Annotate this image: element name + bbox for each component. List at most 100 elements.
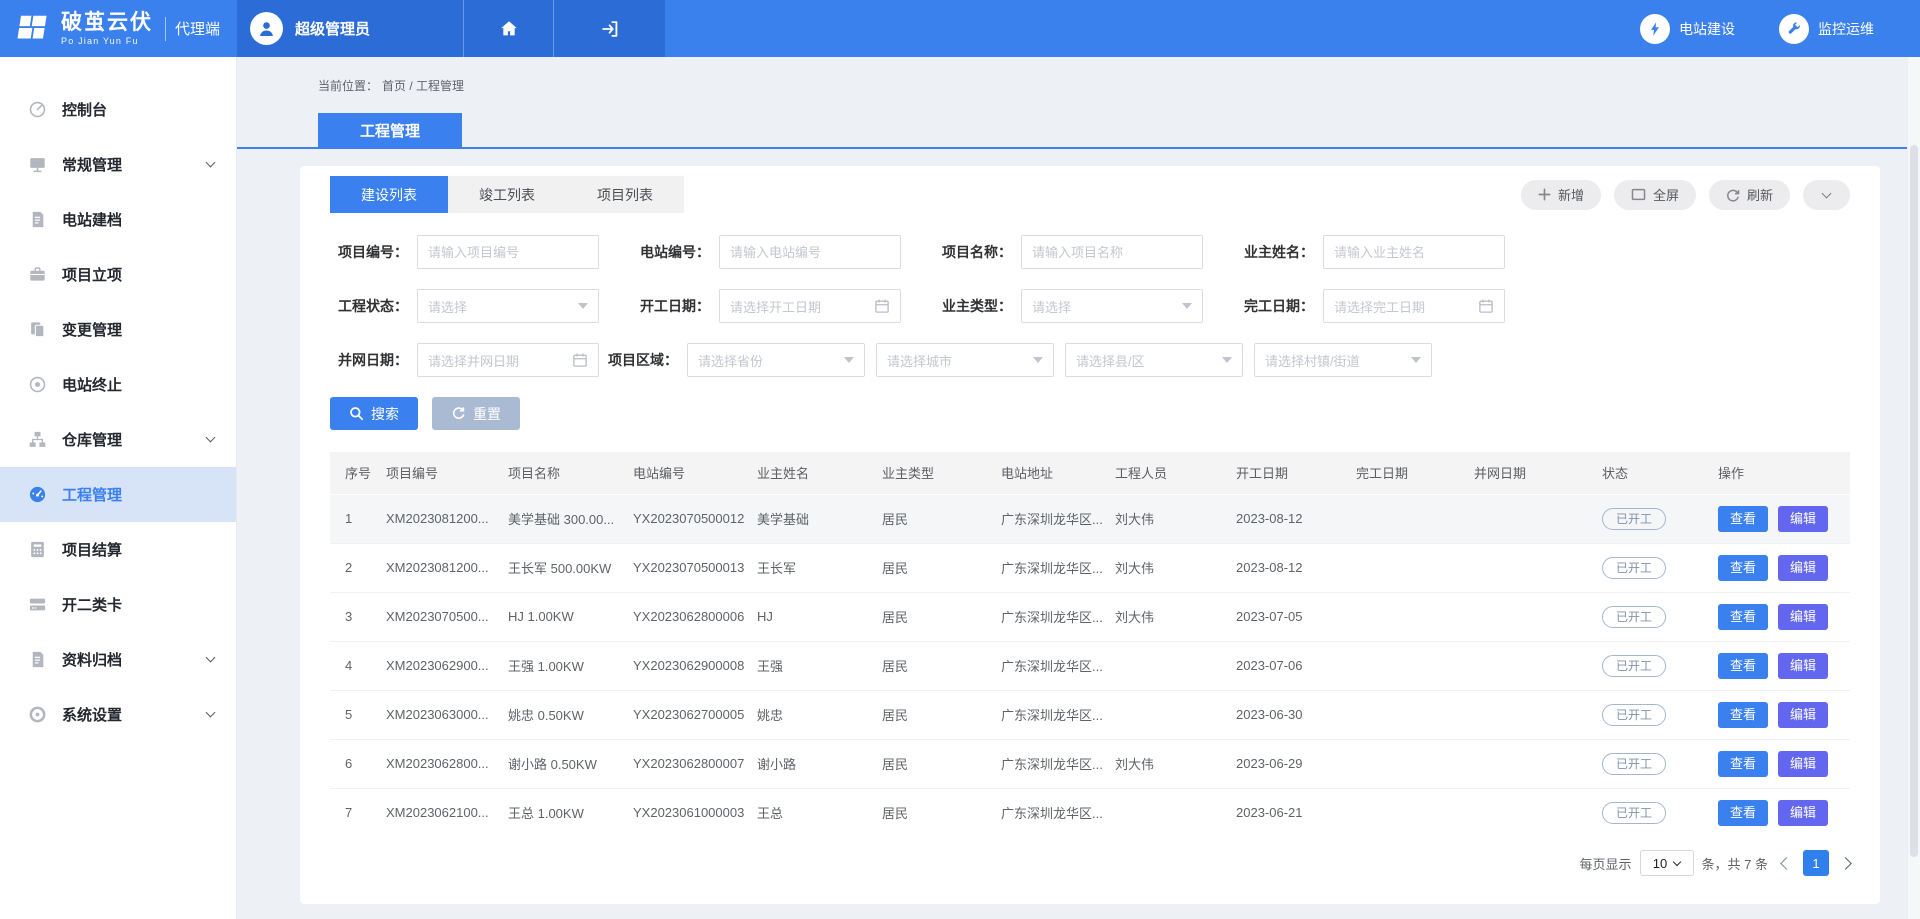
sidebar-item-console[interactable]: 控制台	[0, 82, 236, 137]
cell-address: 广东深圳龙华区...	[993, 739, 1107, 788]
home-button[interactable]	[463, 0, 553, 57]
sidebar-item-station-terminate[interactable]: 电站终止	[0, 357, 236, 412]
sidebar-item-warehouse-mgmt[interactable]: 仓库管理	[0, 412, 236, 467]
per-page-select[interactable]: 10	[1640, 850, 1694, 876]
next-page-button[interactable]	[1839, 857, 1852, 870]
owner-type-select[interactable]: 请选择	[1021, 289, 1203, 323]
sidebar-item-label: 仓库管理	[62, 429, 122, 450]
town-select[interactable]: 请选择村镇/街道	[1254, 343, 1432, 377]
tab-build-list[interactable]: 建设列表	[330, 176, 448, 213]
nav-monitor-ops[interactable]: 监控运维	[1779, 14, 1874, 44]
date-placeholder: 请选择并网日期	[428, 351, 519, 370]
fullscreen-icon	[1631, 188, 1646, 201]
status-badge: 已开工	[1602, 508, 1666, 530]
cell-project-name: 王长军 500.00KW	[500, 543, 625, 592]
sidebar: 控制台 常规管理 电站建档 项目立项 变更管理 电站终止 仓库管理 工程管理 项…	[0, 57, 237, 919]
cell-grid-date	[1466, 494, 1594, 543]
col-header: 完工日期	[1348, 452, 1466, 494]
view-button[interactable]: 查看	[1718, 506, 1768, 532]
brand-name-en: Po Jian Yun Fu	[61, 37, 153, 46]
station-no-input[interactable]	[719, 235, 901, 269]
tab-completed-list[interactable]: 竣工列表	[448, 176, 566, 213]
cell-finish-date	[1348, 592, 1466, 641]
filter-finish-date: 完工日期： 请选择完工日期	[1236, 289, 1538, 323]
page-tab-engineering[interactable]: 工程管理	[318, 113, 462, 147]
fullscreen-button[interactable]: 全屏	[1614, 180, 1696, 210]
grid-date-input[interactable]: 请选择并网日期	[417, 343, 599, 377]
col-header: 项目名称	[500, 452, 625, 494]
view-button[interactable]: 查看	[1718, 653, 1768, 679]
sidebar-item-project-settlement[interactable]: 项目结算	[0, 522, 236, 577]
cell-engineer	[1107, 788, 1228, 837]
add-button[interactable]: 新增	[1521, 180, 1601, 210]
sidebar-item-system-settings[interactable]: 系统设置	[0, 687, 236, 742]
edit-button[interactable]: 编辑	[1778, 751, 1828, 777]
owner-name-input[interactable]	[1323, 235, 1505, 269]
cell-start-date: 2023-07-05	[1228, 592, 1348, 641]
edit-button[interactable]: 编辑	[1778, 604, 1828, 630]
cell-grid-date	[1466, 690, 1594, 739]
caret-down-icon	[578, 303, 588, 309]
province-select[interactable]: 请选择省份	[687, 343, 865, 377]
filter-start-date: 开工日期： 请选择开工日期	[632, 289, 934, 323]
col-header: 工程人员	[1107, 452, 1228, 494]
sidebar-item-change-mgmt[interactable]: 变更管理	[0, 302, 236, 357]
prev-page-button[interactable]	[1780, 857, 1793, 870]
search-button[interactable]: 搜索	[330, 397, 418, 430]
view-button[interactable]: 查看	[1718, 555, 1768, 581]
nav-station-build[interactable]: 电站建设	[1640, 14, 1735, 44]
view-button[interactable]: 查看	[1718, 604, 1768, 630]
view-button[interactable]: 查看	[1718, 702, 1768, 728]
cell-status: 已开工	[1594, 788, 1710, 837]
cell-project-no: XM2023062800...	[378, 739, 500, 788]
cell-project-name: HJ 1.00KW	[500, 592, 625, 641]
sidebar-item-station-archive[interactable]: 电站建档	[0, 192, 236, 247]
project-no-input[interactable]	[417, 235, 599, 269]
cell-project-no: XM2023063000...	[378, 690, 500, 739]
refresh-button[interactable]: 刷新	[1709, 180, 1790, 210]
reset-button[interactable]: 重置	[432, 397, 520, 430]
caret-down-icon	[1182, 303, 1192, 309]
sidebar-item-data-archive[interactable]: 资料归档	[0, 632, 236, 687]
breadcrumb-path[interactable]: 首页 / 工程管理	[382, 79, 464, 93]
edit-button[interactable]: 编辑	[1778, 800, 1828, 826]
project-name-input[interactable]	[1021, 235, 1203, 269]
user-menu[interactable]: 超级管理员	[237, 0, 463, 57]
scrollbar-thumb[interactable]	[1910, 145, 1918, 857]
main-content: 当前位置：首页 / 工程管理 工程管理 建设列表 竣工列表 项目列表 新增 全屏	[237, 57, 1920, 919]
sidebar-item-project-initiation[interactable]: 项目立项	[0, 247, 236, 302]
edit-button[interactable]: 编辑	[1778, 702, 1828, 728]
edit-button[interactable]: 编辑	[1778, 555, 1828, 581]
filter-label: 业主类型：	[934, 296, 1012, 316]
cell-no: 3	[330, 592, 378, 641]
start-date-input[interactable]: 请选择开工日期	[719, 289, 901, 323]
filter-panel: 项目编号： 电站编号： 项目名称： 业主姓名： 工程状态：	[330, 235, 1850, 430]
per-page-label: 每页显示	[1580, 854, 1632, 873]
edit-button[interactable]: 编辑	[1778, 506, 1828, 532]
logout-button[interactable]	[553, 0, 665, 57]
cell-status: 已开工	[1594, 494, 1710, 543]
edit-button[interactable]: 编辑	[1778, 653, 1828, 679]
cell-address: 广东深圳龙华区...	[993, 592, 1107, 641]
chevron-down-icon	[206, 653, 216, 663]
cell-finish-date	[1348, 641, 1466, 690]
status-select[interactable]: 请选择	[417, 289, 599, 323]
sidebar-item-engineering-mgmt[interactable]: 工程管理	[0, 467, 236, 522]
finish-date-input[interactable]: 请选择完工日期	[1323, 289, 1505, 323]
collapse-toolbar-button[interactable]	[1803, 180, 1850, 210]
cell-grid-date	[1466, 592, 1594, 641]
cell-owner-type: 居民	[874, 788, 993, 837]
tab-project-list[interactable]: 项目列表	[566, 176, 684, 213]
sidebar-item-general-mgmt[interactable]: 常规管理	[0, 137, 236, 192]
cell-project-no: XM2023062900...	[378, 641, 500, 690]
page-number-button[interactable]: 1	[1803, 850, 1829, 876]
table-row: 2XM2023081200...王长军 500.00KWYX2023070500…	[330, 543, 1850, 592]
sidebar-item-class2-card[interactable]: 开二类卡	[0, 577, 236, 632]
city-select[interactable]: 请选择城市	[876, 343, 1054, 377]
view-button[interactable]: 查看	[1718, 800, 1768, 826]
cell-start-date: 2023-06-21	[1228, 788, 1348, 837]
view-button[interactable]: 查看	[1718, 751, 1768, 777]
cell-station-no: YX2023070500013	[625, 543, 749, 592]
county-select[interactable]: 请选择县/区	[1065, 343, 1243, 377]
cell-station-no: YX2023062800007	[625, 739, 749, 788]
